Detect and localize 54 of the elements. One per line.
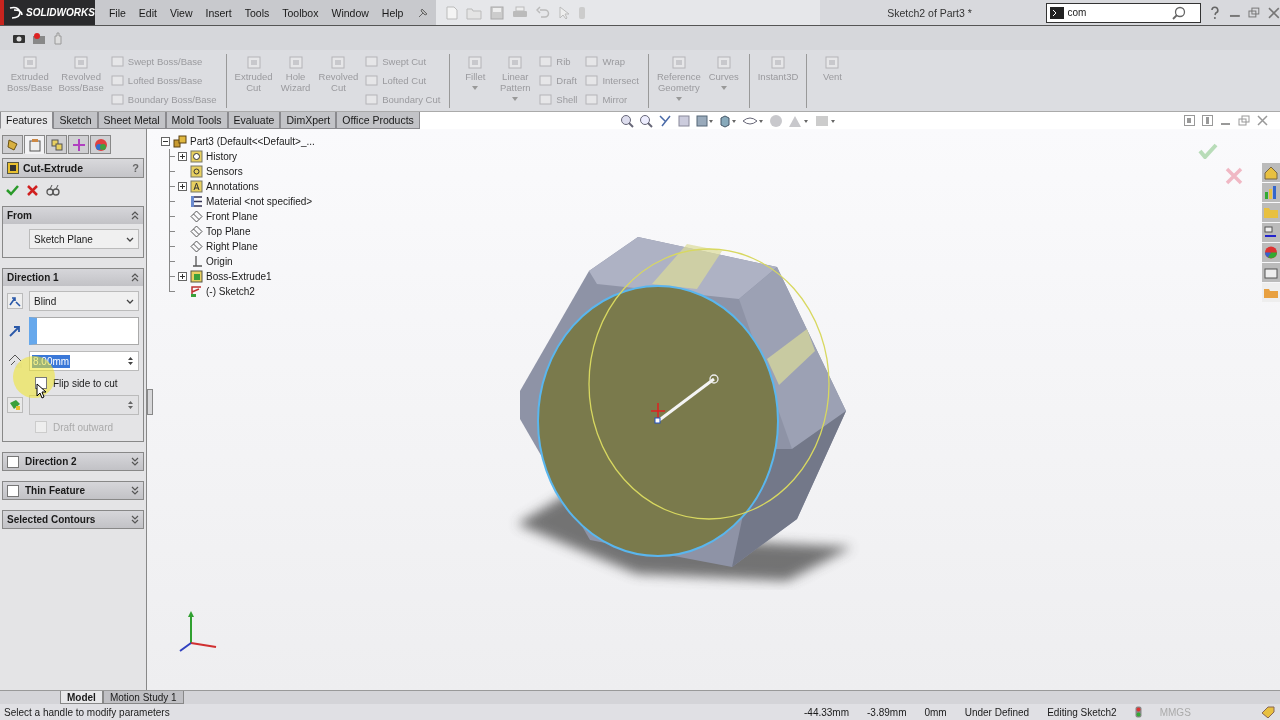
section-title: Selected Contours [7, 514, 96, 525]
menu-item[interactable]: Edit [138, 6, 157, 19]
command-tab[interactable]: Sheet Metal [97, 112, 166, 129]
model-tab[interactable]: Model [60, 691, 103, 704]
app-name: SOLIDWORKS [26, 7, 95, 18]
tree-item[interactable]: Origin [206, 256, 233, 267]
menu-item[interactable]: View [169, 6, 193, 19]
tree-item[interactable]: Part3 (Default<<Default>_... [190, 136, 315, 147]
section-header[interactable]: Direction 2 [3, 453, 143, 470]
section-header[interactable]: Thin Feature [3, 482, 143, 499]
menu-item[interactable]: Tools [244, 6, 270, 19]
window-title: Sketch2 of Part3 * [886, 6, 973, 19]
tree-item[interactable]: Annotations [206, 181, 259, 192]
status-field: Under Defined [964, 706, 1030, 718]
status-field: 0mm [924, 706, 947, 718]
tree-item[interactable]: History [206, 151, 238, 162]
help-link[interactable]: ? [132, 162, 139, 174]
tree-item[interactable]: Sensors [206, 166, 243, 177]
section-title: Direction 1 [7, 272, 59, 283]
tree-item[interactable]: Front Plane [206, 211, 258, 222]
command-tab[interactable]: Evaluate [227, 112, 281, 129]
checkbox-label: Draft outward [53, 421, 114, 433]
model-tab[interactable]: Motion Study 1 [102, 691, 184, 704]
command-tab[interactable]: Features [0, 112, 54, 129]
section-title: Direction 2 [25, 456, 77, 467]
dropdown-field[interactable]: Sketch Plane [29, 229, 139, 249]
command-tab[interactable]: DimXpert [280, 112, 337, 129]
tree-item[interactable]: Material <not specified> [206, 196, 313, 207]
feature-title: Cut-Extrude [23, 162, 84, 174]
section-header[interactable]: Direction 1 [3, 269, 143, 286]
depth-field[interactable]: 8.00mm [29, 351, 139, 371]
command-tab[interactable]: Office Products [336, 112, 420, 129]
status-message: Select a handle to modify parameters [4, 706, 171, 718]
command-tab[interactable]: Sketch [53, 112, 98, 129]
tree-item[interactable]: (-) Sketch2 [206, 286, 255, 297]
status-field: -44.33mm [804, 706, 849, 718]
dropdown-field[interactable]: Blind [29, 291, 139, 311]
section-title: From [7, 210, 32, 221]
tree-item[interactable]: Right Plane [206, 241, 258, 252]
tree-item[interactable]: Top Plane [206, 226, 251, 237]
section-title: Thin Feature [25, 485, 85, 496]
search-field[interactable]: com [1045, 2, 1201, 23]
command-tab[interactable]: Mold Tools [165, 112, 228, 129]
tree-item[interactable]: Boss-Extrude1 [206, 271, 272, 282]
status-field: Editing Sketch2 [1047, 706, 1117, 718]
menu-item[interactable]: Toolbox [282, 6, 319, 19]
menu-item[interactable]: File [108, 6, 126, 19]
menu-item[interactable]: Window [331, 6, 369, 19]
menu-item[interactable]: Insert [205, 6, 232, 19]
checkbox-label: Flip side to cut [53, 377, 118, 389]
status-field: -3.89mm [867, 706, 907, 718]
section-header[interactable]: From [3, 207, 143, 224]
section-header[interactable]: Selected Contours [3, 511, 143, 528]
menu-item[interactable]: Help [381, 6, 404, 19]
